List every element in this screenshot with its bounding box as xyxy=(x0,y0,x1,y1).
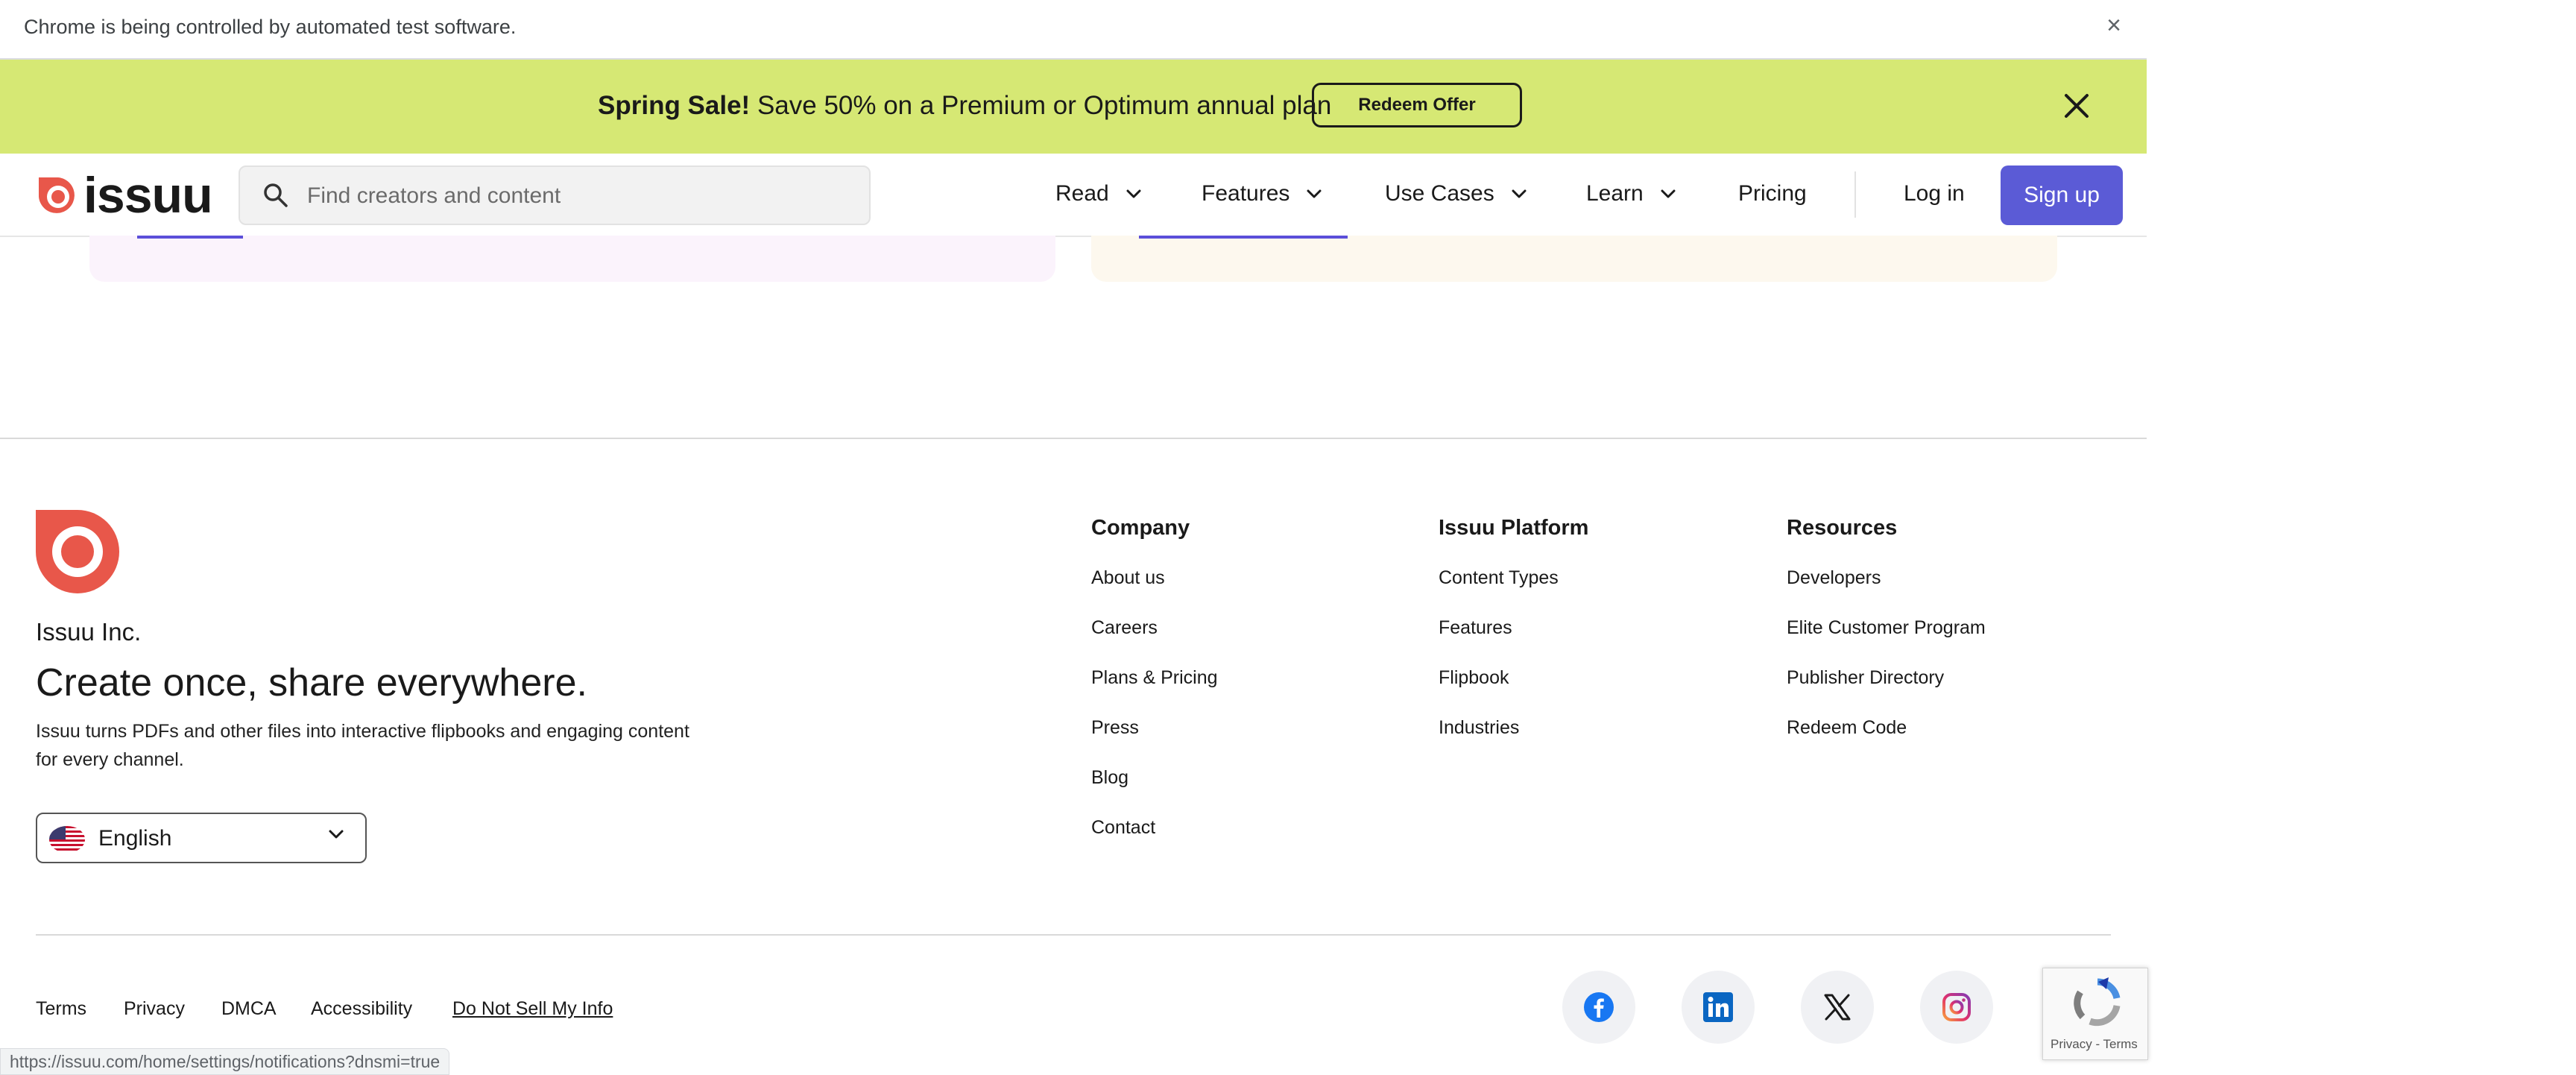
top-nav: issuu Read Features Use Cases Learn Pric… xyxy=(0,154,2147,237)
chevron-down-icon xyxy=(1126,189,1141,198)
footer-bottom-divider xyxy=(36,934,2111,936)
nav-pricing[interactable]: Pricing xyxy=(1738,174,1807,213)
promo-text: Spring Sale! Save 50% on a Premium or Op… xyxy=(598,86,1331,125)
nav-features[interactable]: Features xyxy=(1202,174,1322,213)
logo-text: issuu xyxy=(83,167,213,224)
footer-link-about[interactable]: About us xyxy=(1091,565,1165,590)
login-link[interactable]: Log in xyxy=(1904,174,1965,213)
x-icon xyxy=(1824,994,1851,1021)
us-flag-icon xyxy=(49,826,85,853)
chevron-down-icon xyxy=(1512,189,1527,198)
redeem-offer-button[interactable]: Redeem Offer xyxy=(1312,83,1522,127)
footer-col-company-title: Company xyxy=(1091,516,1190,540)
card-link[interactable] xyxy=(1139,236,1348,239)
footer-col-platform-title: Issuu Platform xyxy=(1439,516,1589,540)
issuu-logo-icon xyxy=(39,177,75,213)
recaptcha-badge[interactable]: Privacy - Terms xyxy=(2042,968,2148,1060)
issuu-brand-icon xyxy=(36,510,119,593)
nav-learn-label: Learn xyxy=(1586,181,1644,206)
footer-link-plans-pricing[interactable]: Plans & Pricing xyxy=(1091,665,1218,690)
instagram-button[interactable] xyxy=(1920,971,1993,1044)
chevron-down-icon xyxy=(1661,189,1676,198)
tagline: Create once, share everywhere. xyxy=(36,661,587,704)
legal-link-dmca[interactable]: DMCA xyxy=(221,996,277,1021)
nav-use-cases[interactable]: Use Cases xyxy=(1385,174,1527,213)
issuu-logo[interactable]: issuu xyxy=(36,167,213,224)
card-link[interactable] xyxy=(137,236,243,239)
status-url: https://issuu.com/home/settings/notifica… xyxy=(0,1048,450,1075)
language-label: English xyxy=(98,826,172,851)
legal-link-do-not-sell[interactable]: Do Not Sell My Info xyxy=(452,996,613,1021)
legal-link-terms[interactable]: Terms xyxy=(36,996,86,1021)
nav-divider xyxy=(1854,171,1856,218)
footer-link-industries[interactable]: Industries xyxy=(1439,715,1519,740)
footer-link-redeem-code[interactable]: Redeem Code xyxy=(1787,715,1907,740)
promo-body: Save 50% on a Premium or Optimum annual … xyxy=(750,91,1332,120)
nav-pricing-label: Pricing xyxy=(1738,181,1807,206)
promo-bold: Spring Sale! xyxy=(598,91,751,120)
footer-col-resources-title: Resources xyxy=(1787,516,1898,540)
chevron-down-icon xyxy=(1307,189,1322,198)
footer-link-content-types[interactable]: Content Types xyxy=(1439,565,1559,590)
footer-link-flipbook[interactable]: Flipbook xyxy=(1439,665,1509,690)
promo-banner: Spring Sale! Save 50% on a Premium or Op… xyxy=(0,60,2147,154)
footer-link-publisher-directory[interactable]: Publisher Directory xyxy=(1787,665,1944,690)
content-card-right xyxy=(1091,236,2057,282)
facebook-icon xyxy=(1584,992,1614,1022)
recaptcha-terms[interactable]: Privacy - Terms xyxy=(2051,1037,2138,1052)
close-infobar-icon[interactable]: × xyxy=(2100,12,2127,39)
language-select[interactable]: English xyxy=(36,813,367,863)
search-icon xyxy=(264,183,288,207)
nav-learn[interactable]: Learn xyxy=(1586,174,1676,213)
nav-read[interactable]: Read xyxy=(1055,174,1142,213)
search-box[interactable] xyxy=(239,165,871,225)
signup-button[interactable]: Sign up xyxy=(2001,165,2123,225)
facebook-button[interactable] xyxy=(1562,971,1635,1044)
recaptcha-icon xyxy=(2074,977,2121,1027)
linkedin-button[interactable] xyxy=(1682,971,1755,1044)
footer-link-blog[interactable]: Blog xyxy=(1091,765,1128,790)
x-button[interactable] xyxy=(1801,971,1874,1044)
automation-infobar: Chrome is being controlled by automated … xyxy=(0,0,2147,60)
legal-link-accessibility[interactable]: Accessibility xyxy=(311,996,412,1021)
legal-link-privacy[interactable]: Privacy xyxy=(124,996,185,1021)
footer-link-press[interactable]: Press xyxy=(1091,715,1139,740)
chevron-down-icon xyxy=(329,830,344,839)
automation-message: Chrome is being controlled by automated … xyxy=(24,16,517,38)
footer-top-divider xyxy=(0,438,2147,439)
instagram-icon xyxy=(1942,993,1971,1021)
nav-read-label: Read xyxy=(1055,181,1109,206)
nav-use-cases-label: Use Cases xyxy=(1385,181,1494,206)
search-input[interactable] xyxy=(306,167,845,225)
company-description: Issuu turns PDFs and other files into in… xyxy=(36,721,689,770)
content-card-left xyxy=(89,236,1055,282)
linkedin-icon xyxy=(1703,992,1733,1022)
footer-link-features[interactable]: Features xyxy=(1439,615,1512,640)
company-name: Issuu Inc. xyxy=(36,618,142,646)
footer-link-developers[interactable]: Developers xyxy=(1787,565,1881,590)
footer-link-contact[interactable]: Contact xyxy=(1091,815,1155,840)
close-banner-icon[interactable] xyxy=(2062,91,2092,121)
nav-features-label: Features xyxy=(1202,181,1290,206)
footer-link-careers[interactable]: Careers xyxy=(1091,615,1158,640)
footer-link-elite-program[interactable]: Elite Customer Program xyxy=(1787,615,1986,640)
